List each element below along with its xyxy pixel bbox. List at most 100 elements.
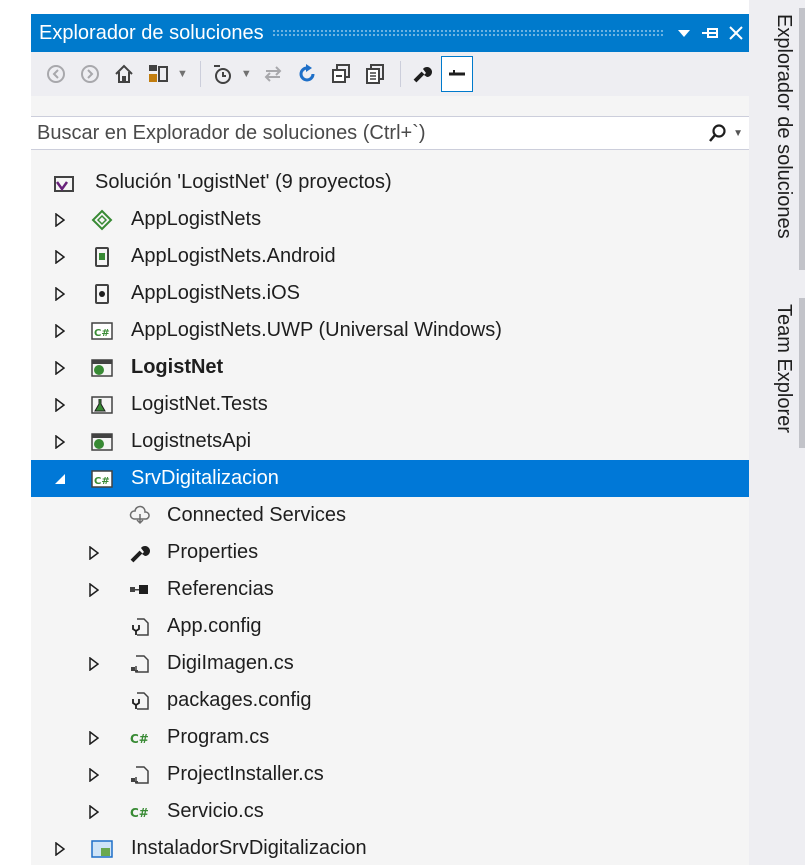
tree-item-file[interactable]: packages.config (31, 682, 749, 719)
expand-arrow-icon[interactable] (53, 841, 67, 856)
svg-text:C#: C# (130, 732, 149, 746)
tree-item-label: packages.config (167, 689, 312, 711)
connected-services-icon (129, 505, 151, 527)
csharp-file-icon: C# (129, 801, 151, 823)
tree-item-project[interactable]: AppLogistNets (31, 201, 749, 238)
collapse-all-icon[interactable] (326, 57, 356, 91)
tree-item-label: LogistNet (131, 356, 224, 378)
tree-item-label: DigiImagen.cs (167, 652, 294, 674)
tab-solution-explorer-label: Explorador de soluciones (773, 14, 795, 239)
expand-arrow-icon[interactable] (53, 212, 67, 227)
expand-arrow-icon[interactable] (87, 767, 101, 782)
expand-arrow-icon[interactable] (53, 286, 67, 301)
expand-arrow-icon[interactable] (53, 323, 67, 338)
collapse-arrow-icon[interactable] (53, 472, 67, 486)
expand-arrow-icon[interactable] (87, 656, 101, 671)
expand-arrow-icon[interactable] (87, 545, 101, 560)
search-icon[interactable]: ▼ (703, 123, 749, 143)
expand-arrow-icon[interactable] (53, 360, 67, 375)
expand-arrow-icon[interactable] (53, 249, 67, 264)
switch-views-icon[interactable] (143, 57, 173, 91)
pending-changes-dropdown-icon[interactable]: ▼ (241, 68, 252, 80)
tree-item-label: InstaladorSrvDigitalizacion (131, 837, 367, 859)
test-project-icon (91, 394, 113, 416)
tree-item-label: LogistNet.Tests (131, 393, 268, 415)
close-icon[interactable] (723, 18, 749, 48)
tree-item-label: SrvDigitalizacion (131, 467, 279, 489)
tab-solution-explorer-indicator (799, 8, 805, 270)
csharp-file-icon: C# (129, 727, 151, 749)
tree-item-project[interactable]: LogistNet (31, 349, 749, 386)
tree-item-label: Properties (167, 541, 259, 563)
refresh-icon[interactable] (292, 57, 322, 91)
tab-team-explorer-indicator (799, 298, 805, 448)
tree-item-label: Referencias (167, 578, 274, 600)
switch-views-dropdown-icon[interactable]: ▼ (177, 68, 188, 80)
back-icon[interactable] (41, 57, 71, 91)
tree-item-label: Program.cs (167, 726, 270, 748)
tab-team-explorer[interactable]: Team Explorer (755, 300, 795, 454)
expand-arrow-icon[interactable] (87, 804, 101, 819)
show-all-files-icon[interactable] (360, 57, 390, 91)
tree-item-file[interactable]: App.config (31, 608, 749, 645)
tree-item-project[interactable]: InstaladorSrvDigitalizacion (31, 830, 749, 867)
tree-item-file[interactable]: DigiImagen.cs (31, 645, 749, 682)
panel-title: Explorador de soluciones (39, 21, 264, 44)
wrench-icon (129, 542, 151, 564)
config-file-icon (129, 616, 151, 638)
pending-changes-filter-icon[interactable] (207, 57, 237, 91)
tree-item-file[interactable]: C# Program.cs (31, 719, 749, 756)
tree-item-label: ProjectInstaller.cs (167, 763, 324, 785)
installer-project-icon (91, 838, 113, 860)
component-file-icon (129, 653, 151, 675)
title-grip (271, 29, 663, 37)
forward-icon[interactable] (75, 57, 105, 91)
ios-project-icon (91, 283, 113, 305)
config-file-icon (129, 690, 151, 712)
tree-item-properties[interactable]: Properties (31, 534, 749, 571)
tree-item-label: AppLogistNets.UWP (Universal Windows) (131, 319, 502, 341)
dropdown-arrow-icon[interactable] (671, 18, 697, 48)
tree-item-label: Solución 'LogistNet' (9 proyectos) (95, 171, 392, 193)
tree-item-project[interactable]: C# AppLogistNets.UWP (Universal Windows) (31, 312, 749, 349)
sync-icon[interactable] (258, 57, 288, 91)
tree-item-references[interactable]: Referencias (31, 571, 749, 608)
solution-explorer-panel: Explorador de soluciones ▼ ▼ Buscar en E… (31, 14, 749, 865)
tree-item-file[interactable]: C# Servicio.cs (31, 793, 749, 830)
panel-title-bar[interactable]: Explorador de soluciones (31, 14, 749, 52)
search-bar[interactable]: Buscar en Explorador de soluciones (Ctrl… (31, 116, 749, 150)
svg-text:C#: C# (94, 476, 110, 487)
pin-icon[interactable] (697, 18, 723, 48)
expand-arrow-icon[interactable] (53, 397, 67, 412)
tree-item-label: LogistnetsApi (131, 430, 252, 452)
tree-item-project[interactable]: LogistNet.Tests (31, 386, 749, 423)
tree-item-label: AppLogistNets.Android (131, 245, 336, 267)
search-input[interactable]: Buscar en Explorador de soluciones (Ctrl… (31, 122, 703, 145)
tab-team-explorer-label: Team Explorer (773, 304, 795, 433)
toolbar: ▼ ▼ (31, 52, 749, 96)
solution-icon (53, 172, 75, 194)
android-project-icon (91, 246, 113, 268)
csharp-project-icon: C# (91, 320, 113, 342)
csharp-project-icon: C# (91, 468, 113, 490)
web-project-icon (91, 357, 113, 379)
tree-item-connected-services[interactable]: Connected Services (31, 497, 749, 534)
tree-item-file[interactable]: ProjectInstaller.cs (31, 756, 749, 793)
expand-arrow-icon[interactable] (53, 434, 67, 449)
expand-arrow-icon[interactable] (87, 582, 101, 597)
tree-item-solution[interactable]: Solución 'LogistNet' (9 proyectos) (31, 164, 749, 201)
tree-item-label: AppLogistNets.iOS (131, 282, 300, 304)
preview-selected-icon[interactable] (440, 56, 473, 92)
home-icon[interactable] (109, 57, 139, 91)
expand-arrow-icon[interactable] (87, 730, 101, 745)
properties-icon[interactable] (407, 57, 437, 91)
tab-solution-explorer[interactable]: Explorador de soluciones (755, 10, 795, 276)
tree-item-project[interactable]: LogistnetsApi (31, 423, 749, 460)
tree-item-label: Connected Services (167, 504, 346, 526)
tree-item-project[interactable]: AppLogistNets.iOS (31, 275, 749, 312)
toolbar-separator (399, 61, 401, 87)
tree-item-project[interactable]: AppLogistNets.Android (31, 238, 749, 275)
tree-item-project-selected[interactable]: C# SrvDigitalizacion (31, 460, 749, 497)
component-file-icon (129, 764, 151, 786)
solution-tree: Solución 'LogistNet' (9 proyectos) AppLo… (31, 164, 749, 867)
